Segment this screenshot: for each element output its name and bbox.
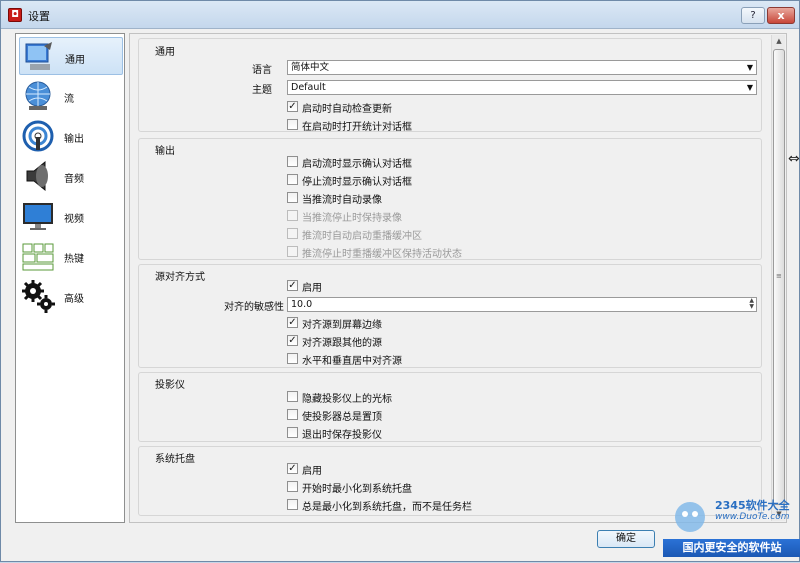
general-section: 通用 语言 简体中文 ▼ 主题 Default ▼ ✓ 启动时自动检查更新 在启… — [138, 38, 762, 133]
checkbox-icon[interactable] — [287, 391, 298, 402]
language-label: 语言 — [252, 65, 272, 76]
scroll-up-arrow-icon[interactable]: ▲ — [772, 35, 786, 48]
sidebar-item-label: 高级 — [64, 294, 84, 305]
checkbox-icon[interactable] — [287, 119, 298, 130]
checkbox-icon[interactable] — [287, 174, 298, 185]
projector-section: 投影仪 隐藏投影仪上的光标 使投影器总是置顶 退出时保存投影仪 — [138, 372, 762, 442]
section-title: 通用 — [155, 47, 175, 58]
settings-window: ◘ 设置 ? x 通用 流 输出 音频 视频 热键 高级 通用 语言 简体中文 … — [0, 0, 800, 562]
chevron-down-icon: ▼ — [746, 83, 753, 92]
checkbox-label: 停止流时显示确认对话框 — [302, 177, 412, 188]
section-title: 系统托盘 — [155, 454, 195, 465]
checkbox-icon[interactable] — [287, 192, 298, 203]
sidebar-item-video[interactable]: 视频 — [19, 197, 123, 235]
checkbox-label: 启用 — [302, 283, 322, 294]
chevron-down-icon: ▼ — [746, 63, 753, 72]
close-button[interactable]: x — [767, 7, 795, 24]
sidebar-item-audio[interactable]: 音频 — [19, 157, 123, 195]
checkbox-icon — [287, 210, 298, 221]
general-settings-icon — [25, 42, 52, 70]
watermark-mascot-icon — [675, 502, 705, 532]
scroll-thumb[interactable]: ≡ — [773, 49, 785, 505]
checkbox-checked-icon[interactable]: ✓ — [287, 317, 298, 328]
theme-value: Default — [291, 82, 326, 93]
checkbox-icon[interactable] — [287, 409, 298, 420]
spin-arrows-icon[interactable]: ▲ ▼ — [749, 298, 754, 310]
ok-button[interactable]: 确定 — [597, 530, 655, 548]
checkbox-label: 启动流时显示确认对话框 — [302, 159, 412, 170]
sensitivity-label: 对齐的敏感性 — [224, 302, 284, 313]
checkbox-icon[interactable] — [287, 156, 298, 167]
sidebar-item-label: 音频 — [64, 174, 84, 185]
checkbox-label: 启动时自动检查更新 — [302, 104, 392, 115]
checkbox-label: 开始时最小化到系统托盘 — [302, 484, 412, 495]
video-monitor-icon — [23, 203, 53, 230]
checkbox-label: 对齐源跟其他的源 — [302, 338, 382, 349]
theme-label: 主题 — [252, 85, 272, 96]
sidebar-item-general[interactable]: 通用 — [19, 37, 123, 75]
sidebar-item-label: 输出 — [64, 134, 84, 145]
watermark: 2345软件大全 www.DuoTe.com 国内更安全的软件站 — [663, 495, 800, 563]
output-section: 输出 启动流时显示确认对话框 停止流时显示确认对话框 当推流时自动录像 当推流停… — [138, 138, 762, 260]
sidebar-item-label: 热键 — [64, 254, 84, 265]
language-value: 简体中文 — [291, 62, 330, 73]
title-bar: ◘ 设置 ? x — [1, 1, 799, 29]
watermark-banner: 国内更安全的软件站 — [663, 539, 800, 557]
checkbox-label: 推流停止时重播缓冲区保持活动状态 — [302, 249, 462, 260]
watermark-logo: 2345软件大全 — [715, 499, 790, 512]
checkbox-label: 退出时保存投影仪 — [302, 430, 382, 441]
snapping-section: 源对齐方式 ✓ 启用 对齐的敏感性 10.0 ▲ ▼ ✓ 对齐源到屏幕边缘 ✓ 对… — [138, 264, 762, 368]
window-title: 设置 — [28, 10, 50, 23]
language-select[interactable]: 简体中文 ▼ — [287, 60, 757, 75]
checkbox-checked-icon[interactable]: ✓ — [287, 101, 298, 112]
section-title: 源对齐方式 — [155, 272, 205, 283]
checkbox-label: 总是最小化到系统托盘，而不是任务栏 — [302, 502, 472, 513]
stream-globe-icon — [25, 81, 51, 110]
checkbox-icon[interactable] — [287, 499, 298, 510]
section-title: 输出 — [155, 146, 175, 157]
checkbox-label: 推流时自动启动重播缓冲区 — [302, 231, 422, 242]
resize-cursor-icon: ⇔ — [788, 151, 800, 167]
theme-select[interactable]: Default ▼ — [287, 80, 757, 95]
settings-sidebar: 通用 流 输出 音频 视频 热键 高级 — [15, 33, 125, 523]
checkbox-label: 启用 — [302, 466, 322, 477]
sidebar-item-label: 通用 — [65, 55, 85, 66]
sidebar-item-stream[interactable]: 流 — [19, 77, 123, 115]
checkbox-icon[interactable] — [287, 481, 298, 492]
output-broadcast-icon — [22, 120, 54, 152]
sidebar-item-label: 视频 — [64, 214, 84, 225]
checkbox-label: 当推流时自动录像 — [302, 195, 382, 206]
sidebar-item-label: 流 — [64, 94, 74, 105]
sensitivity-value: 10.0 — [291, 299, 313, 310]
checkbox-label: 在启动时打开统计对话框 — [302, 122, 412, 133]
checkbox-icon — [287, 246, 298, 257]
sensitivity-spinbox[interactable]: 10.0 ▲ ▼ — [287, 297, 757, 312]
checkbox-label: 水平和垂直居中对齐源 — [302, 356, 402, 367]
checkbox-checked-icon[interactable]: ✓ — [287, 463, 298, 474]
checkbox-label: 当推流停止时保持录像 — [302, 213, 402, 224]
vertical-scrollbar[interactable]: ▲ ≡ ▼ — [771, 35, 785, 521]
advanced-gears-icon — [22, 280, 55, 313]
help-button[interactable]: ? — [741, 7, 765, 24]
watermark-url: www.DuoTe.com — [715, 512, 790, 522]
hotkeys-keyboard-icon — [22, 243, 54, 271]
sidebar-item-output[interactable]: 输出 — [19, 117, 123, 155]
checkbox-label: 隐藏投影仪上的光标 — [302, 394, 392, 405]
section-title: 投影仪 — [155, 380, 185, 391]
checkbox-label: 对齐源到屏幕边缘 — [302, 320, 382, 331]
settings-content: 通用 语言 简体中文 ▼ 主题 Default ▼ ✓ 启动时自动检查更新 在启… — [129, 33, 787, 523]
sidebar-item-advanced[interactable]: 高级 — [19, 277, 123, 315]
audio-speaker-icon — [26, 160, 48, 192]
checkbox-icon — [287, 228, 298, 239]
grip-icon: ≡ — [776, 272, 782, 280]
checkbox-label: 使投影器总是置顶 — [302, 412, 382, 423]
checkbox-checked-icon[interactable]: ✓ — [287, 280, 298, 291]
checkbox-checked-icon[interactable]: ✓ — [287, 335, 298, 346]
checkbox-icon[interactable] — [287, 427, 298, 438]
app-logo-icon: ◘ — [8, 8, 22, 22]
checkbox-icon[interactable] — [287, 353, 298, 364]
sidebar-item-hotkeys[interactable]: 热键 — [19, 237, 123, 275]
